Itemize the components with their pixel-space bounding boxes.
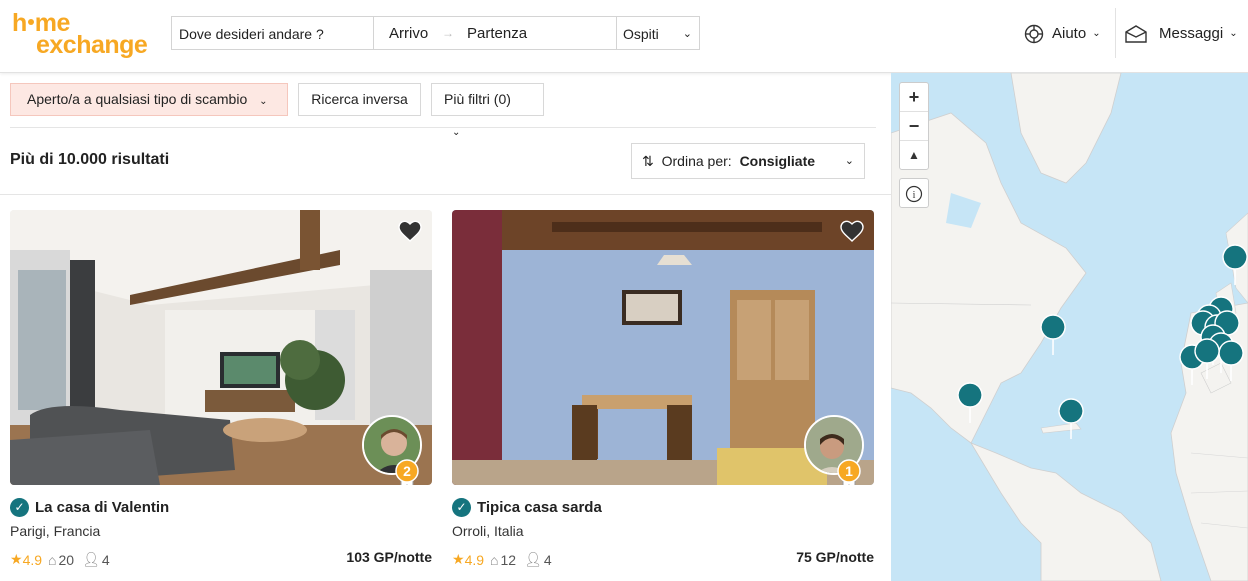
departure-field[interactable]: Partenza [467, 17, 527, 50]
messages-label: Messaggi [1159, 25, 1224, 42]
divider [0, 194, 891, 195]
map-canvas [891, 73, 1248, 581]
reverse-search-button[interactable]: Ricerca inversa [298, 83, 421, 116]
zoom-in-button[interactable]: + [900, 83, 928, 112]
rank-badge-icon: 2 [395, 459, 419, 485]
guests-capacity: 4 [101, 551, 110, 568]
sort-icon: ⇅ [642, 153, 654, 169]
chevron-down-icon: ⌄ [844, 155, 854, 167]
more-filters-label: Più filtri (0) [444, 91, 511, 107]
homeexchange-logo[interactable]: h me exchange [12, 10, 157, 60]
person-icon: 👤︎ [524, 551, 542, 567]
more-filters-button[interactable]: Più filtri (0) ⌄ [431, 83, 544, 138]
favorite-heart-icon[interactable] [398, 220, 422, 242]
help-menu[interactable]: Aiuto ⌄ [1024, 22, 1101, 46]
exchange-type-label: Aperto/a a qualsiasi tipo di scambio [27, 91, 248, 107]
listing-rating: 4.9 [22, 551, 43, 568]
house-icon: ⌂ [490, 551, 499, 568]
listing-stats: ★ 4.9 ⌂ 20 👤︎ 4 [10, 551, 118, 568]
person-icon: 👤︎ [82, 551, 100, 567]
arrow-right-icon: → [442, 26, 454, 40]
info-icon: i [905, 185, 923, 202]
listing-photo[interactable]: 2 [10, 210, 432, 485]
map-info-button[interactable]: i [899, 178, 929, 208]
listing-photo[interactable]: 1 [452, 210, 874, 485]
star-icon: ★ [452, 551, 465, 567]
star-icon: ★ [10, 551, 23, 567]
chevron-down-icon: ⌄ [259, 96, 268, 107]
listing-title[interactable]: Tipica casa sarda [477, 499, 602, 516]
listing-rating: 4.9 [464, 551, 485, 568]
chevron-down-icon: ⌄ [682, 28, 692, 40]
listing-card[interactable]: 1 ✓ Tipica casa sarda Orroli, Italia ★ 4… [452, 210, 874, 581]
header-divider [1115, 8, 1116, 58]
guests-capacity: 4 [543, 551, 552, 568]
listing-price: 103 GP/notte [346, 549, 432, 565]
envelope-icon [1125, 25, 1147, 43]
sort-value: Consigliate [739, 153, 816, 169]
listing-title-row[interactable]: ✓ La casa di Valentin [10, 498, 169, 517]
reviews-count: 20 [58, 551, 75, 568]
verified-check-icon: ✓ [452, 498, 471, 517]
guests-label: Ospiti [623, 26, 659, 42]
compass-reset-button[interactable]: ▲ [900, 141, 928, 170]
listing-stats: ★ 4.9 ⌂ 12 👤︎ 4 [452, 551, 560, 568]
rank-number: 1 [845, 463, 853, 479]
lifebuoy-icon [1024, 24, 1044, 44]
date-range-picker[interactable]: Arrivo → Partenza [373, 16, 616, 50]
chevron-down-icon: ⌄ [452, 127, 461, 138]
listing-card[interactable]: 2 ✓ La casa di Valentin Parigi, Francia … [10, 210, 432, 581]
listing-location: Orroli, Italia [452, 523, 524, 539]
verified-check-icon: ✓ [10, 498, 29, 517]
favorite-heart-icon[interactable] [840, 220, 864, 242]
guests-select[interactable]: Ospiti ⌄ [616, 16, 700, 50]
chevron-down-icon: ⌄ [1092, 28, 1101, 39]
house-icon: ⌂ [48, 551, 57, 568]
rank-badge-icon: 1 [837, 459, 861, 485]
results-count: Più di 10.000 risultati [10, 151, 170, 168]
help-label: Aiuto [1052, 25, 1087, 42]
listing-title-row[interactable]: ✓ Tipica casa sarda [452, 498, 602, 517]
chevron-down-icon: ⌄ [1229, 28, 1238, 39]
sort-select[interactable]: ⇅ Ordina per: Consigliate ⌄ [631, 143, 865, 179]
zoom-controls: + − ▲ [899, 82, 929, 170]
destination-search-input[interactable]: Dove desideri andare ? [171, 16, 373, 50]
sort-label: Ordina per: [661, 153, 732, 169]
exchange-type-filter[interactable]: Aperto/a a qualsiasi tipo di scambio ⌄ [10, 83, 288, 116]
zoom-out-button[interactable]: − [900, 112, 928, 141]
world-map[interactable]: + − ▲ i [891, 73, 1248, 581]
listing-title[interactable]: La casa di Valentin [35, 499, 169, 516]
reviews-count: 12 [500, 551, 517, 568]
listing-price: 75 GP/notte [796, 549, 874, 565]
top-header: h me exchange Dove desideri andare ? Arri… [0, 0, 1248, 73]
divider [10, 127, 876, 128]
rank-number: 2 [403, 463, 411, 479]
messages-menu[interactable]: Messaggi ⌄ [1125, 22, 1238, 46]
listing-location: Parigi, Francia [10, 523, 101, 539]
svg-text:i: i [913, 190, 916, 201]
arrival-field[interactable]: Arrivo [389, 17, 428, 50]
